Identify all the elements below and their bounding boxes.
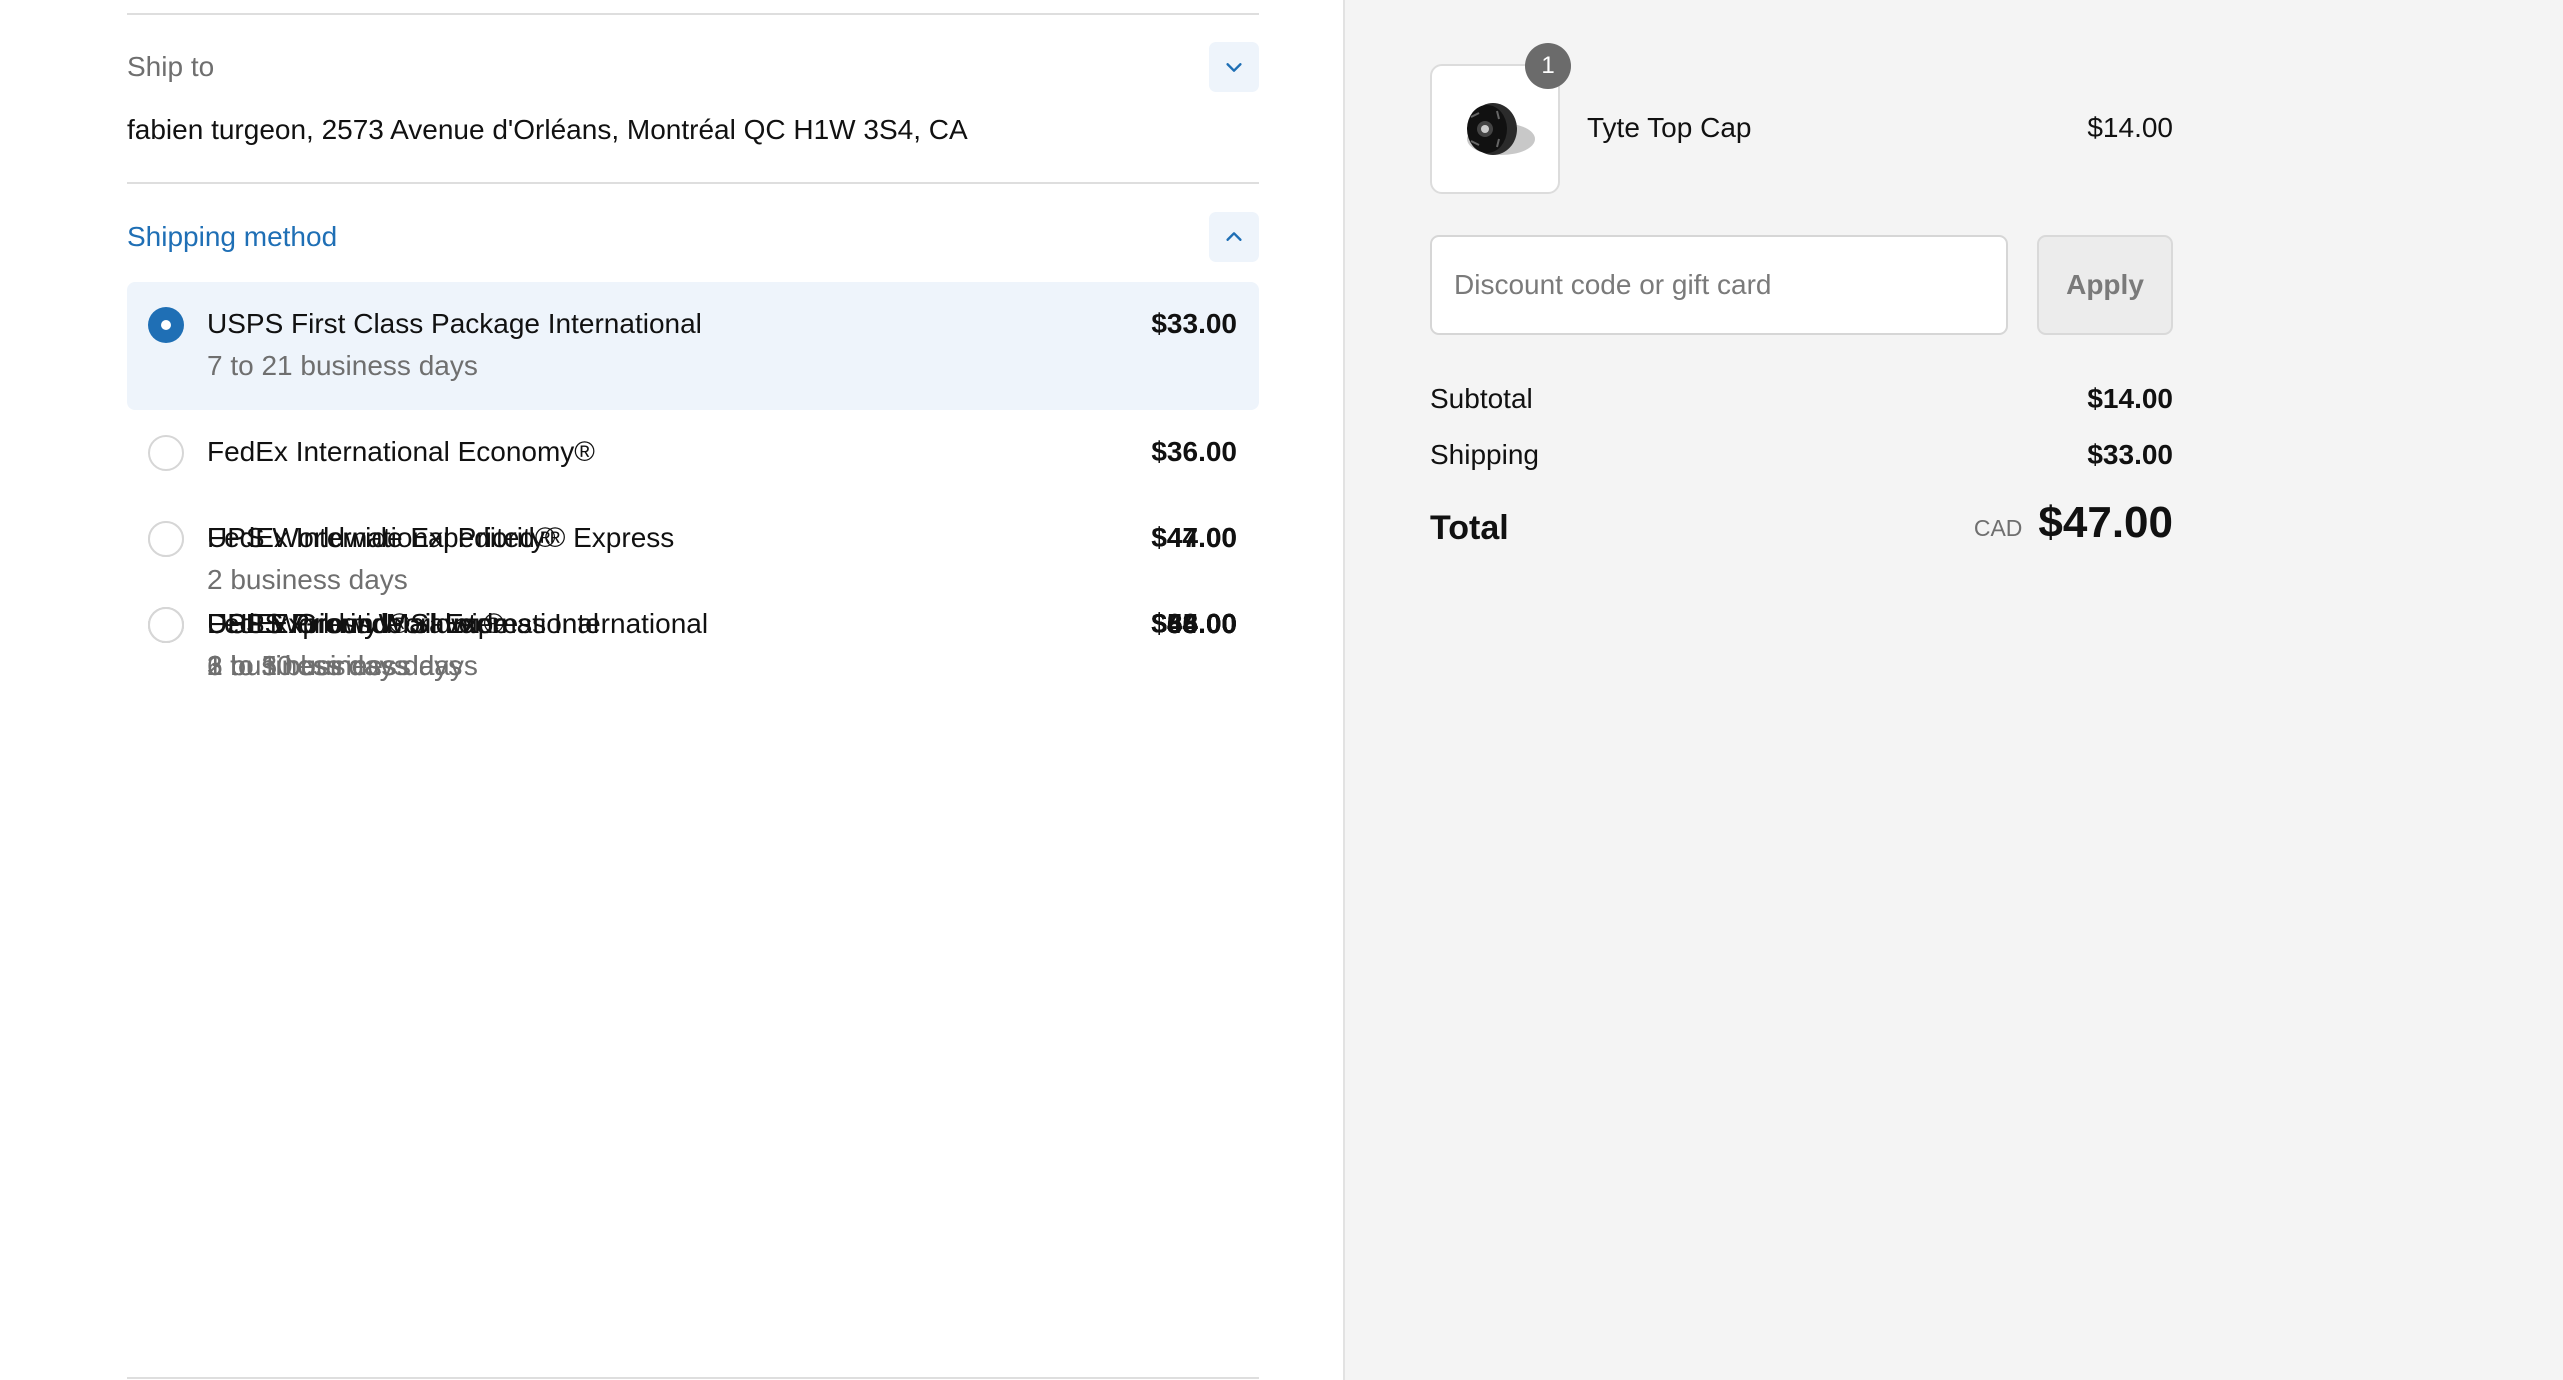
shipping-rate-option[interactable]: FedEx International Economy® $36.00 [127,410,1259,496]
order-summary-inner: 1 Tyte Top Cap $14.00 Apply Subtotal $14… [1430,0,2173,1380]
shipping-rate-name: USPS Priority Mail Express International [207,608,709,639]
ship-to-header: Ship to [127,42,1259,92]
shipping-method-toggle-button[interactable] [1209,212,1259,262]
shipping-rate-radio[interactable] [148,307,184,343]
discount-code-input[interactable] [1430,235,2008,335]
checkout-main: Ship to fabien turgeon, 2573 Avenue d'Or… [0,0,1343,1380]
chevron-up-icon [1226,232,1242,241]
shipping-rate-radio[interactable] [148,521,184,557]
shipping-row: Shipping $33.00 [1430,435,2173,475]
product-name: Tyte Top Cap [1587,112,1752,143]
shipping-rates-list: USPS First Class Package International 7 … [127,282,1259,681]
shipping-rate-option[interactable]: USPS First Class Package International 7 … [127,282,1259,410]
ship-to-toggle-button[interactable] [1209,42,1259,92]
product-image [1467,103,1535,155]
checkout-page: Ship to fabien turgeon, 2573 Avenue d'Or… [0,0,2563,1380]
subtotal-row: Subtotal $14.00 [1430,379,2173,419]
total-amount: $47.00 [2038,498,2173,547]
shipping-rate-radio[interactable] [148,607,184,643]
chevron-down-icon [1226,63,1242,72]
shipping-rate-name: FedEx International Priority® Express [207,522,675,553]
shipping-method-header: Shipping method [127,212,1259,262]
order-summary: 1 Tyte Top Cap $14.00 Apply Subtotal $14… [1343,0,2563,1380]
shipping-rate-name: FedEx International Economy® [207,436,595,467]
shipping-method-label: Shipping method [127,221,338,252]
total-row: Total CAD $47.00 [1430,496,2173,548]
shipping-value: $33.00 [2087,439,2173,470]
divider [127,1377,1259,1379]
shipping-rate-price: $47.00 [1151,522,1237,553]
ship-to-address: fabien turgeon, 2573 Avenue d'Orléans, M… [127,114,968,145]
divider [127,182,1259,184]
quantity-badge: 1 [1525,43,1571,89]
subtotal-label: Subtotal [1430,383,1533,414]
checkout-column: Ship to fabien turgeon, 2573 Avenue d'Or… [127,0,1259,1380]
shipping-rate-name: USPS First Class Package International [207,308,702,339]
ship-to-label: Ship to [127,51,215,82]
product-price: $14.00 [2087,112,2173,143]
shipping-rate-delivery-time: 7 to 21 business days [207,350,478,381]
total-amount-group: CAD $47.00 [1974,498,2173,548]
divider [127,13,1259,15]
shipping-rate-price: $33.00 [1151,308,1237,339]
shipping-rate-option[interactable]: FedEx International Priority® Express $47… [127,496,1259,582]
shipping-label: Shipping [1430,439,1539,470]
currency-code: CAD [1973,515,2023,541]
apply-discount-button[interactable]: Apply [2037,235,2173,335]
total-label: Total [1430,509,1509,547]
shipping-rate-price: $86.00 [1151,608,1237,639]
shipping-rate-price: $36.00 [1151,436,1237,467]
subtotal-value: $14.00 [2087,383,2173,414]
shipping-rate-radio[interactable] [148,435,184,471]
shipping-rate-delivery-time: 3 to 5 business days [207,650,463,681]
